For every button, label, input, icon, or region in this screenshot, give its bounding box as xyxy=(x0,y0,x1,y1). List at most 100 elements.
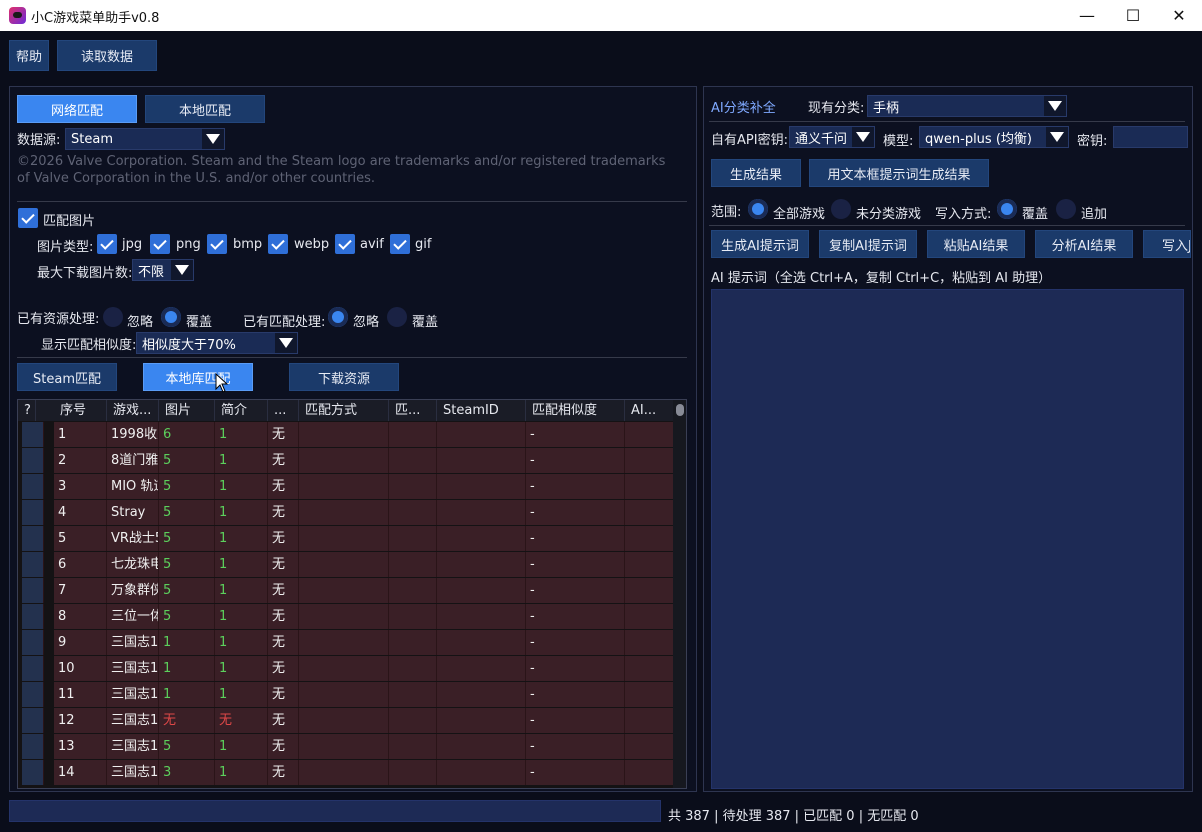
generate-from-textbox-button[interactable]: 用文本框提示词生成结果 xyxy=(809,159,989,187)
copy-ai-prompt-button[interactable]: 复制AI提示词 xyxy=(819,230,917,258)
row-checkbox[interactable] xyxy=(22,552,44,577)
model-select[interactable]: qwen-plus (均衡) xyxy=(919,126,1069,148)
write-append-radio[interactable] xyxy=(1056,199,1076,219)
table-cell: 无 xyxy=(268,552,299,577)
existing-category-select[interactable]: 手柄 xyxy=(867,95,1067,117)
table-row[interactable]: 4 Stray 5 1 无 - xyxy=(18,500,674,526)
row-checkbox[interactable] xyxy=(22,604,44,629)
steam-match-button[interactable]: Steam匹配 xyxy=(17,363,117,391)
bmp-checkbox[interactable] xyxy=(207,234,227,254)
match-images-checkbox[interactable] xyxy=(18,208,38,228)
image-type-label: 图片类型: xyxy=(37,240,94,255)
column-header[interactable]: 匹配方式 xyxy=(299,400,389,421)
match-overwrite-radio[interactable] xyxy=(387,307,407,327)
table-row[interactable]: 6 七龙珠电 5 1 无 - xyxy=(18,552,674,578)
column-header[interactable]: 游戏... xyxy=(107,400,159,421)
row-checkbox[interactable] xyxy=(22,682,44,707)
table-cell xyxy=(299,656,389,681)
row-checkbox[interactable] xyxy=(22,760,44,785)
download-resources-button[interactable]: 下载资源 xyxy=(289,363,399,391)
scrollbar-thumb[interactable] xyxy=(676,404,684,416)
table-cell: 5 xyxy=(159,500,215,525)
avif-checkbox[interactable] xyxy=(335,234,355,254)
jpg-checkbox[interactable] xyxy=(97,234,117,254)
table-cell: - xyxy=(526,448,625,473)
source-value: Steam xyxy=(71,131,113,147)
table-row[interactable]: 12三国志13无无无- xyxy=(18,708,674,734)
maximize-button[interactable]: ☐ xyxy=(1110,0,1156,31)
help-button[interactable]: 帮助 xyxy=(9,40,49,71)
resource-ignore-radio[interactable] xyxy=(103,307,123,327)
status-summary: 共 387 | 待处理 387 | 已匹配 0 | 无匹配 0 xyxy=(668,809,919,824)
column-header[interactable]: ... xyxy=(268,400,299,421)
api-provider-value: 通义千问 xyxy=(795,131,848,147)
row-checkbox[interactable] xyxy=(22,526,44,551)
column-header[interactable]: 匹... xyxy=(389,400,437,421)
row-checkbox[interactable] xyxy=(22,500,44,525)
table-cell: 无 xyxy=(268,682,299,707)
table-row[interactable]: 9三国志1011无- xyxy=(18,630,674,656)
similarity-select[interactable]: 相似度大于70% xyxy=(136,332,298,354)
read-data-button[interactable]: 读取数据 xyxy=(57,40,157,71)
api-provider-select[interactable]: 通义千问 xyxy=(789,126,875,148)
paste-ai-result-button[interactable]: 粘贴AI结果 xyxy=(927,230,1025,258)
write-button[interactable]: 写入J xyxy=(1143,230,1191,258)
table-cell xyxy=(437,734,526,759)
resource-overwrite-radio[interactable] xyxy=(161,307,181,327)
column-header[interactable]: SteamID xyxy=(437,400,526,421)
row-checkbox[interactable] xyxy=(22,630,44,655)
table-cell: 无 xyxy=(268,604,299,629)
table-cell xyxy=(299,448,389,473)
game-table[interactable]: ? 序号 游戏... 图片 简介... 匹配方式 匹... SteamID 匹配相似度 AI...… xyxy=(17,399,687,789)
ai-prompt-textarea[interactable] xyxy=(711,289,1184,789)
generate-ai-prompt-button[interactable]: 生成AI提示词 xyxy=(711,230,809,258)
local-library-match-button[interactable]: 本地库匹配 xyxy=(143,363,253,391)
table-cell: 1 xyxy=(215,734,268,759)
tab-ai-classify[interactable]: AI分类补全 xyxy=(711,97,776,116)
api-key-input[interactable] xyxy=(1113,126,1188,148)
row-checkbox[interactable] xyxy=(22,422,44,447)
table-cell xyxy=(437,422,526,447)
table-row[interactable]: 5 VR战士5 5 1 无 - xyxy=(18,526,674,552)
table-row[interactable]: 10三国志1111无- xyxy=(18,656,674,682)
column-header[interactable]: 匹配相似度 xyxy=(526,400,625,421)
minimize-button[interactable]: — xyxy=(1064,0,1110,31)
column-header[interactable]: AI... xyxy=(625,400,674,421)
column-header[interactable]: 序号 xyxy=(54,400,107,421)
column-header[interactable]: ? xyxy=(18,400,36,421)
row-checkbox[interactable] xyxy=(22,448,44,473)
tab-local-match[interactable]: 本地匹配 xyxy=(145,95,265,123)
table-row[interactable]: 3MIO 轨道51无 - xyxy=(18,474,674,500)
max-download-select[interactable]: 不限 xyxy=(132,259,194,281)
png-checkbox[interactable] xyxy=(150,234,170,254)
write-overwrite-radio[interactable] xyxy=(997,199,1017,219)
webp-checkbox[interactable] xyxy=(268,234,288,254)
table-row[interactable]: 2 8道门雅 5 1 无 - xyxy=(18,448,674,474)
table-cell: 12 xyxy=(54,708,107,733)
match-ignore-radio[interactable] xyxy=(328,307,348,327)
row-checkbox[interactable] xyxy=(22,578,44,603)
scope-all-radio[interactable] xyxy=(748,199,768,219)
table-row[interactable]: 14三国志1431无 - xyxy=(18,760,674,786)
analyze-ai-result-button[interactable]: 分析AI结果 xyxy=(1035,230,1133,258)
scope-uncategorized-radio[interactable] xyxy=(831,199,851,219)
table-cell xyxy=(389,578,437,603)
row-checkbox[interactable] xyxy=(22,708,44,733)
generate-result-button[interactable]: 生成结果 xyxy=(711,159,801,187)
row-checkbox[interactable] xyxy=(22,474,44,499)
table-row[interactable]: 11998收费61无- xyxy=(18,422,674,448)
column-header[interactable]: 简介 xyxy=(215,400,268,421)
source-select[interactable]: Steam xyxy=(65,128,225,150)
max-download-label: 最大下载图片数: xyxy=(37,266,133,281)
table-row[interactable]: 13三国志1351无 - xyxy=(18,734,674,760)
tab-network-match[interactable]: 网络匹配 xyxy=(17,95,137,123)
table-row[interactable]: 7 万象群侠 5 1 无 - xyxy=(18,578,674,604)
row-checkbox[interactable] xyxy=(22,656,44,681)
table-row[interactable]: 11三国志1211无- xyxy=(18,682,674,708)
table-scrollbar[interactable] xyxy=(673,400,686,788)
gif-checkbox[interactable] xyxy=(390,234,410,254)
row-checkbox[interactable] xyxy=(22,734,44,759)
close-button[interactable]: ✕ xyxy=(1156,0,1202,31)
table-row[interactable]: 8 三位一体 5 1 无 - xyxy=(18,604,674,630)
column-header[interactable]: 图片 xyxy=(159,400,215,421)
